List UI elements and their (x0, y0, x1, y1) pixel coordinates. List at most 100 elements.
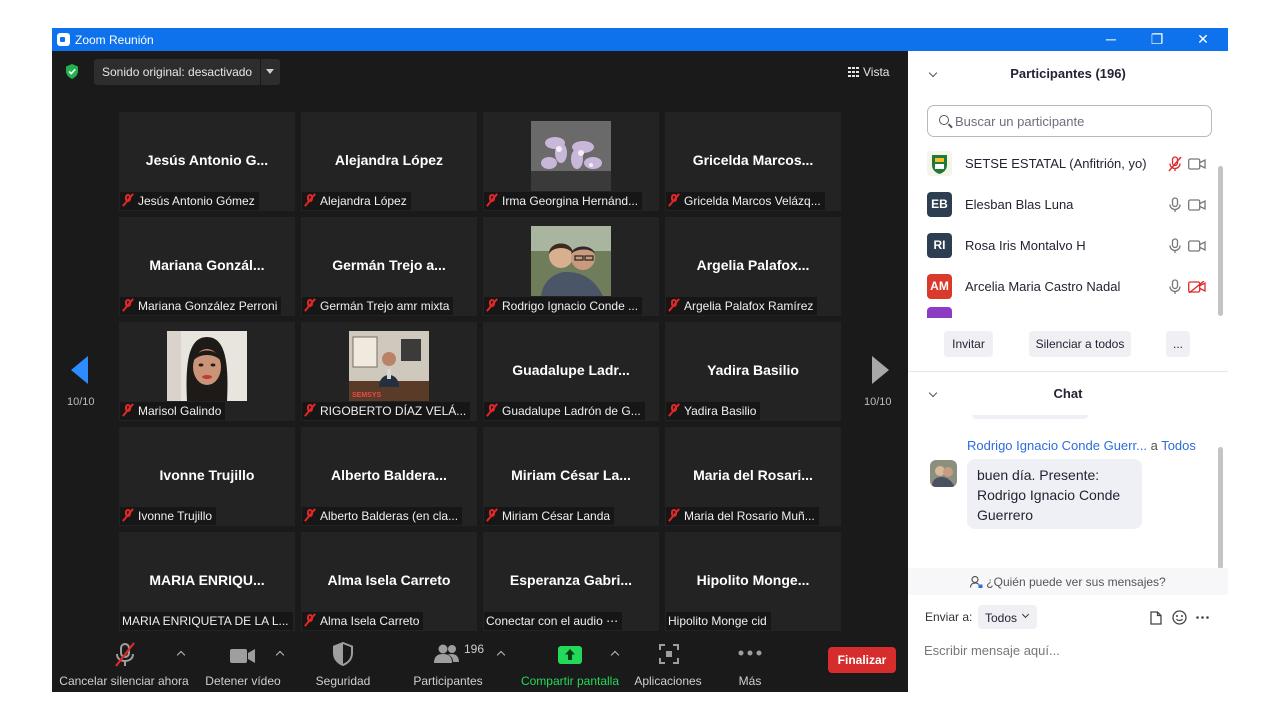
zoom-window: Zoom Reunión ─ ❐ ✕ Sonido original: desa… (52, 28, 1228, 692)
camera-icon[interactable] (1188, 240, 1206, 252)
participant-name-tag: Rodrigo Ignacio Conde ... (484, 297, 643, 315)
participant-search-box[interactable] (927, 105, 1212, 137)
video-tile[interactable]: Maria del Rosari... Maria del Rosario Muñ… (665, 427, 841, 526)
video-stage: Sonido original: desactivado Vista 10/10… (52, 51, 908, 692)
video-tile[interactable]: Marisol Galindo (119, 322, 295, 421)
participant-avatar: RI (927, 233, 952, 258)
mute-all-button[interactable]: Silenciar a todos (1029, 331, 1131, 357)
more-label: Más (738, 674, 762, 688)
video-tile[interactable]: Argelia Palafox... Argelia Palafox Ramíre… (665, 217, 841, 316)
participants-options-chevron-icon[interactable] (496, 650, 506, 660)
original-sound-toggle[interactable]: Sonido original: desactivado (94, 59, 280, 85)
video-tile[interactable]: Guadalupe Ladr... Guadalupe Ladrón de G..… (483, 322, 659, 421)
apps-button[interactable]: Aplicaciones (632, 636, 704, 692)
mic-muted-icon (304, 298, 316, 312)
participants-button[interactable]: 196 Participantes (408, 636, 488, 692)
chat-more-icon[interactable] (1196, 616, 1209, 619)
camera-icon (230, 649, 255, 663)
mic-muted-icon (486, 508, 498, 522)
video-tile[interactable]: SEMSYS RIGOBERTO DÍAZ VELÁ... (301, 322, 477, 421)
participant-row[interactable]: AM Arcelia Maria Castro Nadal (908, 266, 1218, 307)
participant-row[interactable]: EB Elesban Blas Luna (908, 184, 1218, 225)
mic-icon[interactable] (1168, 197, 1182, 213)
participants-icon (434, 644, 459, 663)
emoji-icon[interactable] (1172, 610, 1187, 625)
camera-off-icon[interactable] (1188, 281, 1206, 293)
video-tile[interactable]: Esperanza Gabri... Conectar con el audio … (483, 532, 659, 631)
video-tile[interactable]: Alejandra López Alejandra López (301, 112, 477, 211)
mic-icon[interactable] (1168, 279, 1182, 295)
chat-sender-avatar (930, 460, 957, 487)
stop-video-button[interactable]: Detener vídeo (202, 636, 284, 692)
participant-row[interactable]: SETSE ESTATAL (Anfitrión, yo) (908, 143, 1218, 184)
participant-list-name: Elesban Blas Luna (965, 197, 1074, 212)
participant-list-name: SETSE ESTATAL (Anfitrión, yo) (965, 156, 1147, 171)
share-screen-button[interactable]: Compartir pantalla (518, 636, 622, 692)
previous-page-arrow-icon[interactable] (71, 356, 88, 384)
svg-text:SEMSYS: SEMSYS (352, 392, 382, 399)
security-button[interactable]: Seguridad (307, 636, 379, 692)
unmute-button[interactable]: Cancelar silenciar ahora (58, 636, 190, 692)
chat-recipient[interactable]: Todos (1161, 438, 1196, 453)
participants-more-button[interactable]: ... (1166, 331, 1190, 357)
camera-icon[interactable] (1188, 199, 1206, 211)
participant-name-label: Miriam César Landa (502, 509, 611, 523)
video-tile[interactable]: Germán Trejo a... Germán Trejo amr mixta (301, 217, 477, 316)
mic-muted-icon (304, 193, 316, 207)
encryption-shield-icon[interactable] (65, 64, 79, 79)
next-page-arrow-icon[interactable] (872, 356, 889, 384)
chevron-down-icon[interactable] (266, 69, 274, 74)
participant-row[interactable]: RI Rosa Iris Montalvo H (908, 225, 1218, 266)
video-tile[interactable]: Irma Georgina Hernánd... (483, 112, 659, 211)
video-tile[interactable]: Alberto Baldera... Alberto Balderas (en c… (301, 427, 477, 526)
restore-button[interactable]: ❐ (1134, 28, 1180, 51)
more-button[interactable]: Más (722, 636, 778, 692)
invite-button[interactable]: Invitar (944, 331, 993, 357)
video-tile[interactable]: Rodrigo Ignacio Conde ... (483, 217, 659, 316)
mic-muted-icon (115, 642, 135, 667)
participant-name-tag: Germán Trejo amr mixta (302, 297, 454, 315)
video-tile[interactable]: MARIA ENRIQU... MARIA ENRIQUETA DE LA L..… (119, 532, 295, 631)
video-tile[interactable]: Alma Isela Carreto Alma Isela Carreto (301, 532, 477, 631)
send-to-dropdown[interactable]: Todos (978, 605, 1037, 629)
mic-muted-icon[interactable] (1168, 156, 1182, 172)
participant-search-input[interactable] (955, 112, 1205, 130)
video-tile[interactable]: Jesús Antonio G... Jesús Antonio Gómez (119, 112, 295, 211)
chat-scrollbar[interactable] (1218, 447, 1223, 569)
video-tile[interactable]: Hipolito Monge... Hipolito Monge cid (665, 532, 841, 631)
participant-avatar: EB (927, 192, 952, 217)
participant-display-name: Mariana Gonzál... (149, 257, 265, 273)
chat-sender-name[interactable]: Rodrigo Ignacio Conde Guerr... (967, 438, 1147, 453)
mic-icon[interactable] (1168, 238, 1182, 254)
chat-message-input[interactable] (924, 639, 1214, 661)
participant-display-name: Alma Isela Carreto (327, 572, 451, 588)
participant-display-name: Guadalupe Ladr... (512, 362, 630, 378)
end-meeting-button[interactable]: Finalizar (828, 647, 896, 673)
video-tile[interactable]: Mariana Gonzál... Mariana González Perron… (119, 217, 295, 316)
file-icon[interactable] (1150, 611, 1162, 625)
mic-muted-icon (486, 193, 498, 207)
video-tile[interactable]: Yadira Basilio Yadira Basilio (665, 322, 841, 421)
participant-name-label: Hipolito Monge cid (668, 614, 767, 628)
close-button[interactable]: ✕ (1180, 28, 1226, 51)
participant-name-tag: MARIA ENRIQUETA DE LA L... (120, 612, 293, 630)
person-lock-icon (970, 575, 983, 588)
participant-name-tag: Hipolito Monge cid (666, 612, 771, 630)
participant-list-scrollbar[interactable] (1218, 166, 1223, 316)
participant-list-name: Arcelia Maria Castro Nadal (965, 279, 1121, 294)
view-button[interactable]: Vista (848, 65, 889, 79)
mic-muted-icon (486, 298, 498, 312)
video-tile[interactable]: Miriam César La... Miriam César Landa (483, 427, 659, 526)
participant-name-label: Conectar con el audio ⋯ (486, 614, 619, 628)
who-can-see-link[interactable]: ¿Quién puede ver sus mensajes? (908, 575, 1228, 589)
mic-muted-icon (304, 403, 316, 417)
participant-name-tag: Ivonne Trujillo (120, 507, 217, 525)
minimize-button[interactable]: ─ (1088, 28, 1134, 51)
participant-display-name: MARIA ENRIQU... (149, 572, 265, 588)
participant-display-name: Maria del Rosari... (693, 467, 813, 483)
video-tile[interactable]: Gricelda Marcos... Gricelda Marcos Velázq… (665, 112, 841, 211)
participant-name-label: Mariana González Perroni (138, 299, 278, 313)
camera-icon[interactable] (1188, 158, 1206, 170)
participant-name-label: Marisol Galindo (138, 404, 222, 418)
video-tile[interactable]: Ivonne Trujillo Ivonne Trujillo (119, 427, 295, 526)
